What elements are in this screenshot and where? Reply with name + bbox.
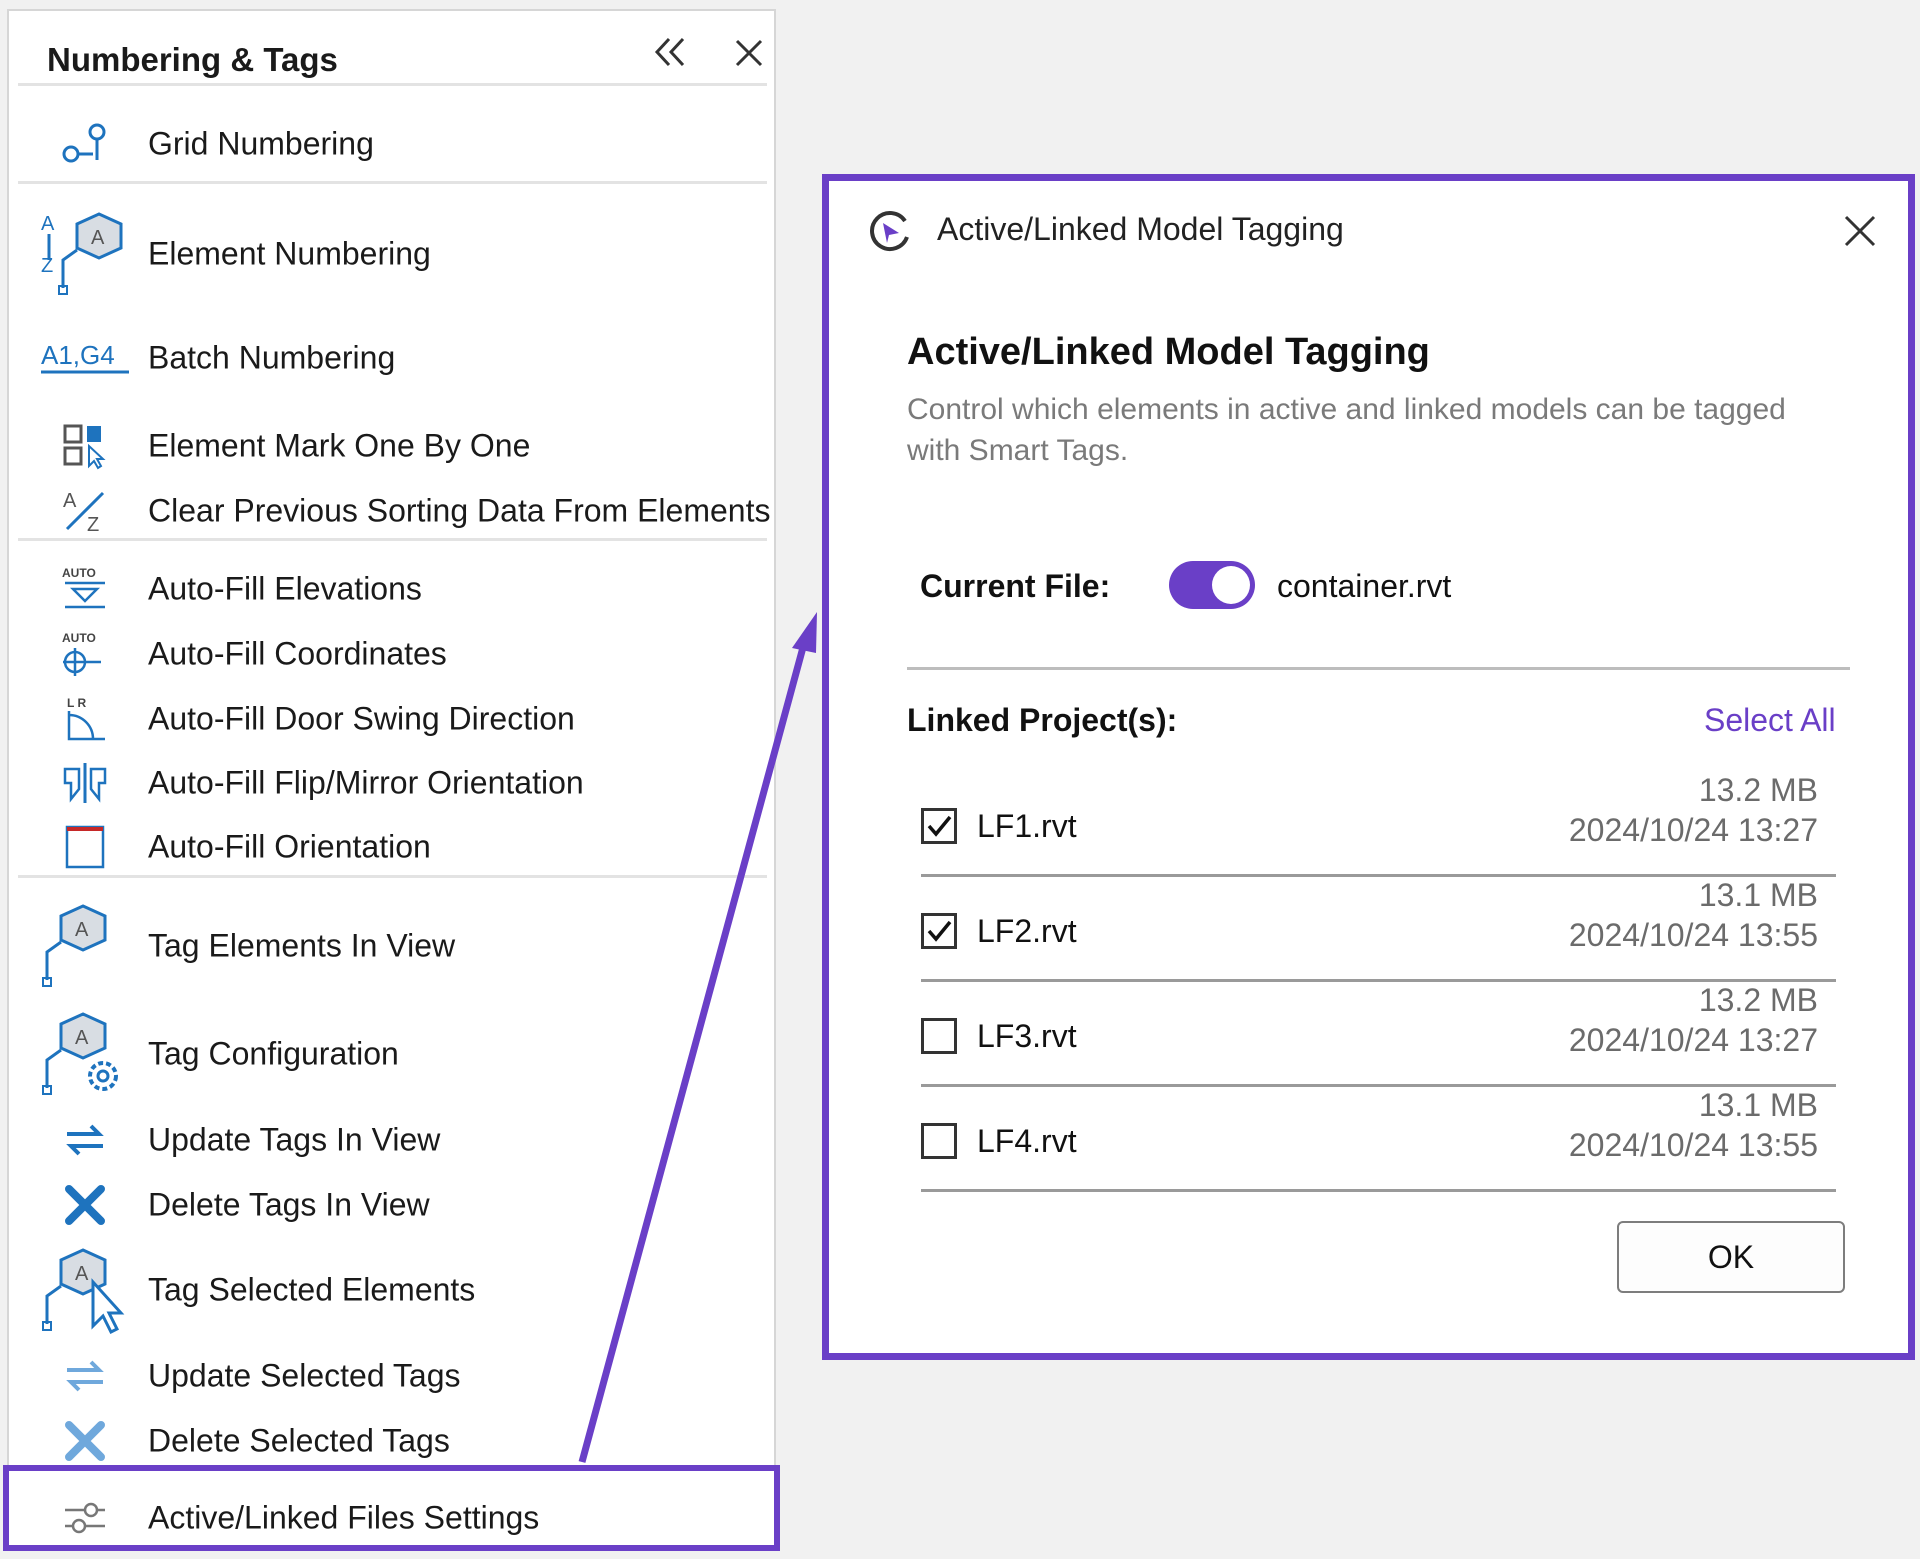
linked-file-size: 13.1 MB [1698,1087,1818,1123]
current-file-toggle[interactable] [1169,561,1255,609]
linked-file-name: LF3.rvt [977,1018,1077,1054]
dialog-heading: Active/Linked Model Tagging [907,331,1430,373]
linked-file-checkbox[interactable] [921,808,957,844]
linked-file-row: LF1.rvt 13.2 MB 2024/10/24 13:27 [921,772,1836,877]
active-linked-dialog: Active/Linked Model Tagging Active/Linke… [822,174,1915,1360]
linked-file-row: LF3.rvt 13.2 MB 2024/10/24 13:27 [921,982,1836,1087]
app-logo-icon [870,211,909,251]
select-all-link[interactable]: Select All [1704,702,1836,739]
linked-file-size: 13.2 MB [1698,772,1818,808]
current-file-name: container.rvt [1277,568,1452,604]
linked-file-name: LF4.rvt [977,1123,1077,1159]
linked-file-checkbox[interactable] [921,1123,957,1159]
linked-file-size: 13.1 MB [1698,877,1818,913]
linked-file-date: 2024/10/24 13:55 [1568,1127,1818,1163]
checkmark-icon [927,920,952,942]
linked-file-row: LF4.rvt 13.1 MB 2024/10/24 13:55 [921,1087,1836,1192]
linked-file-name: LF2.rvt [977,913,1077,949]
linked-file-date: 2024/10/24 13:27 [1568,812,1818,848]
linked-file-row: LF2.rvt 13.1 MB 2024/10/24 13:55 [921,877,1836,982]
linked-file-checkbox[interactable] [921,913,957,949]
current-file-label: Current File: [920,568,1111,604]
linked-projects-label: Linked Project(s): [907,702,1178,738]
close-icon[interactable] [1840,211,1880,251]
linked-file-name: LF1.rvt [977,808,1077,844]
toggle-knob [1212,566,1250,604]
linked-file-size: 13.2 MB [1698,982,1818,1018]
checkmark-icon [927,815,952,837]
ok-button[interactable]: OK [1617,1221,1845,1293]
linked-file-checkbox[interactable] [921,1018,957,1054]
linked-file-date: 2024/10/24 13:27 [1568,1022,1818,1058]
linked-file-date: 2024/10/24 13:55 [1568,917,1818,953]
dialog-description: Control which elements in active and lin… [907,393,1786,467]
dialog-divider [907,667,1850,670]
dialog-window-title: Active/Linked Model Tagging [937,211,1344,247]
